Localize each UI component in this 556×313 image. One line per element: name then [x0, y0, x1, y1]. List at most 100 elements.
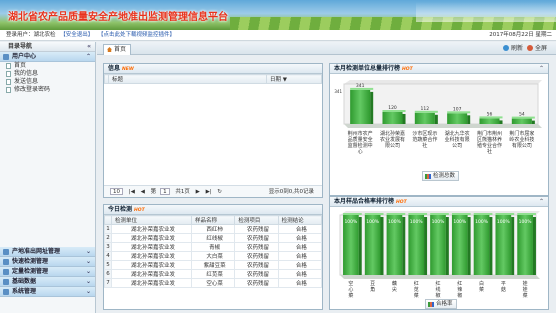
col-title[interactable]: 标题	[108, 74, 267, 84]
col-unit[interactable]: 检测单位	[111, 215, 192, 225]
table-row[interactable]: 6 湖北孙荣嘉农业发 红苋菜 农药残留 合格	[104, 269, 323, 279]
bar-value-label: 100%	[410, 219, 424, 225]
x-tick-label: 红苋菜	[414, 280, 419, 299]
row-number: 1	[104, 224, 112, 234]
bar-top	[495, 213, 515, 215]
page-icon	[6, 79, 11, 85]
table-row[interactable]: 5 湖北孙荣嘉农业发 紫甜豆菜 农药残留 合格	[104, 260, 323, 270]
table-cell: 合格	[277, 278, 323, 288]
row-number: 6	[104, 269, 112, 279]
bar-value-label: 100%	[497, 219, 511, 225]
sidebar-item-my-info[interactable]: 我的信息	[0, 70, 95, 78]
pass-rate-button[interactable]: 合格率	[425, 299, 457, 309]
rank-panel: 本月检测单位总量排行榜 HOT ⌃ 341 341 荆州市农产品质量安全监督检测中心 12…	[329, 63, 549, 196]
sidebar-group-quick-test[interactable]: 快速检测管理 ⌄	[0, 257, 95, 267]
bar-side	[511, 217, 515, 275]
x-tick-label: 荆州市农产品质量安全监督检测中心	[348, 130, 373, 155]
sidebar-item-list: 首页 我的信息 发送信息 修改登录密码	[0, 62, 95, 247]
safe-exit-link[interactable]: 【安全退出】	[60, 32, 93, 38]
record-info: 显示0到0,共0记录	[268, 189, 314, 195]
tab-bar: 首页 刷新 全屏	[97, 42, 556, 55]
bar-value-label: 100%	[453, 219, 467, 225]
bar-side	[532, 217, 536, 275]
bar	[414, 112, 435, 124]
refresh-button[interactable]: 刷新	[503, 44, 523, 53]
info-table: 标题 日期 ▼	[104, 74, 322, 84]
sidebar-group-system[interactable]: 系统管理 ⌄	[0, 287, 95, 297]
table-cell: 空心菜	[190, 278, 236, 288]
bar-value-label: 112	[421, 106, 430, 112]
col-date[interactable]: 日期 ▼	[266, 74, 322, 84]
bar-top	[364, 213, 384, 215]
bar-value-label: 100%	[366, 219, 380, 225]
table-cell: 湖北孙荣嘉农业发	[111, 224, 192, 234]
col-sample[interactable]: 样品名称	[190, 215, 236, 225]
x-tick-label: 湖北孙荣嘉农业发展有限公司	[380, 130, 405, 149]
table-cell: 合格	[277, 269, 323, 279]
x-tick-label: 荆门市荆州区熊猫林养殖专业合作社	[477, 130, 502, 155]
col-result[interactable]: 检测结论	[277, 215, 323, 225]
row-number: 2	[104, 233, 112, 243]
x-tick-label: 空心菜	[348, 280, 353, 299]
row-number: 3	[104, 242, 112, 252]
table-row[interactable]: 4 湖北孙荣嘉农业发 大白菜 农药残留 合格	[104, 251, 323, 261]
chart-floor	[340, 275, 540, 279]
pass-chart: 100% 空心菜 100% 豆角 100% 藕尖 100% 红苋菜 100% 红线椒 100% 红辣椒…	[339, 211, 540, 299]
sidebar-item-home[interactable]: 首页	[0, 62, 95, 70]
table-cell: 农药残留	[234, 251, 279, 261]
download-plugin-link[interactable]: 【点击此处下载视频监控插件】	[98, 32, 175, 38]
reload-icon[interactable]: ↻	[217, 186, 222, 198]
bar	[511, 118, 532, 124]
table-cell: 紫甜豆菜	[190, 260, 236, 270]
today-table: 检测单位 样品名称 检测项目 检测结论 1 湖北孙荣嘉农业发 西红柿 农药残留 合格 2 湖…	[104, 215, 323, 288]
table-cell: 湖北孙荣嘉农业发	[111, 251, 192, 261]
bar-side	[489, 217, 493, 275]
page-total: 共1页	[175, 189, 190, 195]
sidebar-group-user-center[interactable]: 用户中心 ⌃	[0, 52, 95, 62]
next-page-icon[interactable]: ▶	[196, 186, 200, 198]
table-cell: 红苋菜	[190, 269, 236, 279]
table-row[interactable]: 3 湖北孙荣嘉农业发 青椒 农药残留 合格	[104, 242, 323, 252]
rank-panel-header: 本月检测单位总量排行榜 HOT ⌃	[330, 64, 548, 74]
sidebar-group-origin[interactable]: 产地准出网址管理 ⌄	[0, 247, 95, 257]
info-panel: 信息 NEW 标题 日期 ▼ 10 |◀ ◀ 第1 共1页 ▶ ▶| ↻ 显示0到0…	[103, 63, 323, 198]
table-row[interactable]: 7 湖北孙荣嘉农业发 空心菜 农药残留 合格	[104, 278, 323, 288]
bar-side	[424, 217, 428, 275]
table-row[interactable]: 2 湖北孙荣嘉农业发 红线椒 农药残留 合格	[104, 233, 323, 243]
tab-home[interactable]: 首页	[103, 44, 131, 55]
chevron-down-icon: ⌄	[85, 258, 91, 265]
info-bar: 登录用户：湖北农检 【安全退出】 【点击此处下载视频监控插件】 2017年08月…	[0, 30, 556, 41]
sidebar-group-quant-test[interactable]: 定量检测管理 ⌄	[0, 267, 95, 277]
chevron-down-icon: ⌄	[85, 278, 91, 285]
bar-value-label: 100%	[475, 219, 489, 225]
page-label: 第	[150, 189, 157, 195]
chevron-up-icon: ⌃	[85, 53, 91, 60]
col-item[interactable]: 检测项目	[234, 215, 279, 225]
table-row[interactable]: 1 湖北孙荣嘉农业发 西红柿 农药残留 合格	[104, 224, 323, 234]
chevron-up-icon[interactable]: ⌃	[539, 64, 544, 74]
page-size-select[interactable]: 10	[110, 188, 123, 195]
sidebar-item-change-password[interactable]: 修改登录密码	[0, 86, 95, 94]
sidebar-group-base-data[interactable]: 基础数据 ⌄	[0, 277, 95, 287]
row-number: 7	[104, 278, 112, 288]
prev-page-icon[interactable]: ◀	[141, 186, 145, 198]
fullscreen-button[interactable]: 全屏	[527, 44, 547, 53]
last-page-icon[interactable]: ▶|	[206, 186, 212, 198]
page-input[interactable]: 1	[160, 188, 170, 195]
total-count-button[interactable]: 检测总数	[422, 171, 460, 181]
bar-side	[402, 217, 406, 275]
y-tick-label: 341	[334, 89, 342, 94]
x-tick-label: 平菇	[501, 281, 506, 293]
bar-value-label: 54	[519, 112, 525, 118]
folder-icon	[3, 289, 9, 295]
bar-side	[370, 91, 374, 124]
collapse-icon[interactable]: «	[87, 42, 91, 52]
bar-side	[531, 120, 535, 124]
bar-top	[473, 213, 493, 215]
bar-top	[451, 213, 471, 215]
bar-side	[445, 217, 449, 275]
chevron-up-icon[interactable]: ⌃	[539, 197, 544, 207]
sidebar-item-send-info[interactable]: 发送信息	[0, 78, 95, 86]
first-page-icon[interactable]: |◀	[129, 186, 135, 198]
bar-value-label: 341	[356, 83, 365, 89]
